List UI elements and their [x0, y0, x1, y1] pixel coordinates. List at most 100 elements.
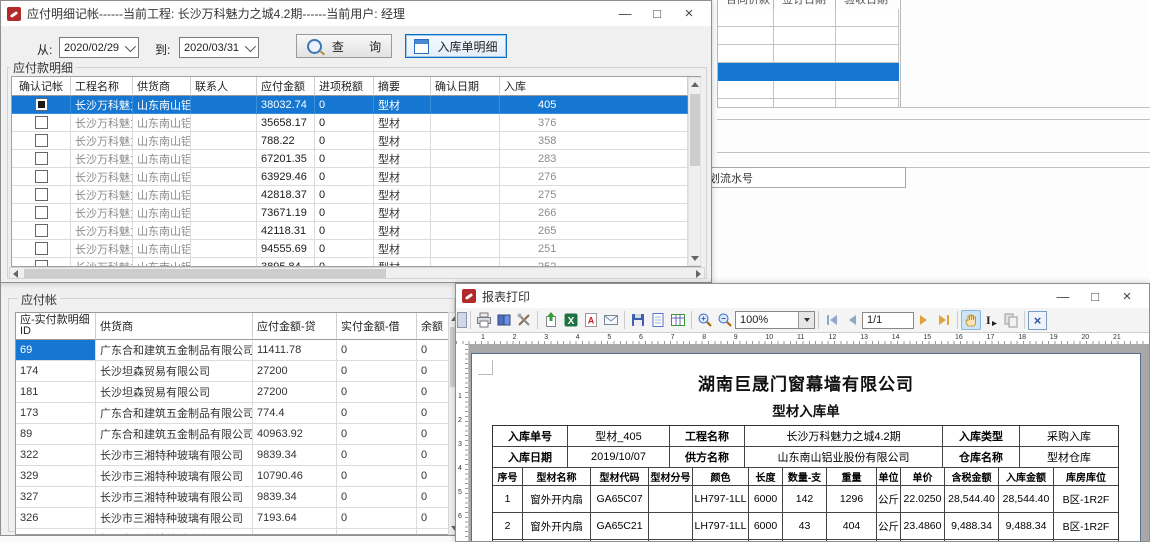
page-setup-tools-icon[interactable]	[514, 310, 534, 330]
copy-page-icon[interactable]	[1001, 310, 1021, 330]
table-row[interactable]: 长沙万科魅力...山东南山铝业...67201.350型材283	[12, 150, 688, 168]
payable-account-table[interactable]: 应-实付款明细ID供货商应付金额-贷实付金额-借余额69广东合和建筑五金制品有限…	[15, 312, 455, 535]
table-row[interactable]: 329长沙市三湘特种玻璃有限公司10790.4600	[16, 466, 455, 487]
payable-detail-table[interactable]: 确认记帐工程名称供货商联系人应付金额进项税额摘要确认日期入库长沙万科魅力...山…	[11, 76, 701, 267]
print-icon[interactable]	[474, 310, 494, 330]
table-row[interactable]: 入库日期2019/10/07供方名称山东南山铝业股份有限公司仓库名称型材仓库	[493, 447, 1118, 468]
table-row[interactable]	[718, 45, 899, 63]
close-button[interactable]: ×	[673, 3, 705, 25]
table-row[interactable]: 长沙万科魅力...山东南山铝业...788.220型材358	[12, 132, 688, 150]
table-row[interactable]: 入库单号型材_405工程名称长沙万科魅力之城4.2期入库类型采购入库	[493, 426, 1118, 447]
table-row[interactable]: 181长沙坦森贸易有限公司2720000	[16, 382, 455, 403]
preview-area[interactable]: 123456 湖南巨晟门窗幕墙有限公司 型材入库单 入库单号型材_405工程名称…	[456, 344, 1149, 541]
export-excel-icon[interactable]: X	[561, 310, 581, 330]
report-table: 入库单号型材_405工程名称长沙万科魅力之城4.2期入库类型采购入库入库日期20…	[492, 425, 1119, 541]
send-mail-icon[interactable]	[601, 310, 621, 330]
book-preview-icon[interactable]	[494, 310, 514, 330]
table-row[interactable]: 2窗外开内扇GA65C21LH797-1LL600043404公斤23.4860…	[493, 513, 1118, 540]
ruler-mark: 16	[955, 334, 963, 341]
table-row[interactable]	[718, 81, 899, 99]
save-icon[interactable]	[628, 310, 648, 330]
table-row[interactable]: 69广东合和建筑五金制品有限公司11411.7800	[16, 340, 455, 361]
plan-serial-field[interactable]: 计划流水号	[693, 167, 906, 188]
panel-icon[interactable]	[457, 310, 467, 330]
table-row[interactable]: 327长沙市三湘特种玻璃有限公司9839.3400	[16, 487, 455, 508]
horizontal-scrollbar[interactable]	[9, 267, 705, 279]
export-sheet-icon[interactable]	[668, 310, 688, 330]
table-row[interactable]: 长沙万科魅力...山东南山铝业...42818.370型材275	[12, 186, 688, 204]
table-row[interactable]: 长沙万科魅力...山东南山铝业...94555.690型材251	[12, 240, 688, 258]
minimize-button[interactable]: —	[609, 3, 641, 25]
table-row[interactable]	[718, 9, 899, 27]
table-row[interactable]: 174长沙坦森贸易有限公司2720000	[16, 361, 455, 382]
title-bar[interactable]: 应付明细记帐------当前工程: 长沙万科魅力之城4.2期------当前用户…	[1, 1, 711, 26]
table-row[interactable]: 长沙万科魅力...山东南山铝业...73671.190型材266	[12, 204, 688, 222]
table-row[interactable]: 322长沙市三湘特种玻璃有限公司9839.3400	[16, 445, 455, 466]
dropdown-arrow-icon[interactable]	[798, 312, 814, 328]
table-row[interactable]: 326长沙市三湘特种玻璃有限公司7193.6400	[16, 508, 455, 529]
hand-tool-icon[interactable]	[961, 310, 981, 330]
inbound-detail-button[interactable]: 入库单明细	[405, 34, 507, 58]
table-row[interactable]: 长沙万科魅力...山东南山铝业...42118.310型材265	[12, 222, 688, 240]
table-row[interactable]: 173广东合和建筑五金制品有限公司774.400	[16, 403, 455, 424]
cell: 2019/10/07	[568, 447, 670, 468]
confirm-checkbox[interactable]	[35, 116, 48, 129]
cell	[191, 186, 257, 204]
table-row[interactable]: 89广东合和建筑五金制品有限公司40963.9200	[16, 424, 455, 445]
text-select-tool-icon[interactable]: I	[981, 310, 1001, 330]
last-page-icon[interactable]	[934, 310, 954, 330]
scroll-left-icon[interactable]	[13, 270, 18, 278]
close-button[interactable]: ×	[1111, 285, 1143, 307]
scroll-right-icon[interactable]	[696, 270, 701, 278]
open-document-icon[interactable]	[648, 310, 668, 330]
cell: 型材	[374, 186, 431, 204]
table-row[interactable]	[718, 27, 899, 45]
ruler-mark: 12	[829, 334, 837, 341]
maximize-button[interactable]: □	[641, 3, 673, 25]
confirm-checkbox[interactable]	[35, 206, 48, 219]
page-number-input[interactable]: 1/1	[862, 312, 914, 329]
title-bar[interactable]: 报表打印 — □ ×	[456, 284, 1149, 308]
table-row[interactable]	[493, 540, 1118, 541]
confirm-checkbox[interactable]	[35, 224, 48, 237]
next-page-icon[interactable]	[914, 310, 934, 330]
close-preview-icon[interactable]: ×	[1028, 311, 1047, 330]
confirm-checkbox[interactable]	[35, 188, 48, 201]
cell	[774, 45, 836, 63]
vertical-scrollbar[interactable]	[688, 77, 701, 266]
cell: 1	[493, 486, 523, 513]
scroll-down-icon[interactable]	[691, 256, 699, 261]
header-cell: 应付金额	[257, 77, 315, 96]
table-row[interactable]: 长沙市三湘特种玻璃有限公司	[16, 529, 455, 535]
table-row[interactable]	[718, 63, 899, 81]
confirm-checkbox[interactable]	[35, 152, 48, 165]
export-pdf-icon[interactable]: A	[581, 310, 601, 330]
from-date-combo[interactable]: 2020/02/29	[59, 37, 139, 58]
query-button[interactable]: 查 询	[296, 34, 392, 58]
minimize-button[interactable]: —	[1047, 285, 1079, 307]
table-row[interactable]: 长沙万科魅力...山东南山铝业...63929.460型材276	[12, 168, 688, 186]
table-row[interactable]: 长沙万科魅力...山东南山铝业...35658.170型材376	[12, 114, 688, 132]
confirm-checkbox[interactable]	[35, 98, 48, 111]
confirm-checkbox[interactable]	[35, 134, 48, 147]
zoom-level-combo[interactable]: 100%	[735, 311, 815, 329]
cell: B区-1R2F	[1054, 513, 1118, 540]
to-date-combo[interactable]: 2020/03/31	[179, 37, 259, 58]
confirm-checkbox[interactable]	[35, 170, 48, 183]
export-icon[interactable]	[541, 310, 561, 330]
prev-page-icon[interactable]	[842, 310, 862, 330]
background-rows[interactable]	[718, 9, 899, 108]
confirm-checkbox[interactable]	[35, 260, 48, 267]
scroll-up-icon[interactable]	[691, 82, 699, 87]
header-cell: 实付金额-借	[337, 313, 417, 340]
zoom-in-icon[interactable]	[695, 310, 715, 330]
cell	[827, 540, 877, 541]
table-row[interactable]: 长沙万科魅力...山东南山铝业...38032.740型材405	[12, 96, 688, 114]
table-row[interactable]: 1窗外开内扇GA65C07LH797-1LL60001421296公斤22.02…	[493, 486, 1118, 513]
zoom-out-icon[interactable]	[715, 310, 735, 330]
confirm-checkbox[interactable]	[35, 242, 48, 255]
cell: 山东南山铝业...	[133, 168, 191, 186]
table-row[interactable]: 长沙万科魅力...山东南山铝业...3895.840型材252	[12, 258, 688, 267]
first-page-icon[interactable]	[822, 310, 842, 330]
maximize-button[interactable]: □	[1079, 285, 1111, 307]
